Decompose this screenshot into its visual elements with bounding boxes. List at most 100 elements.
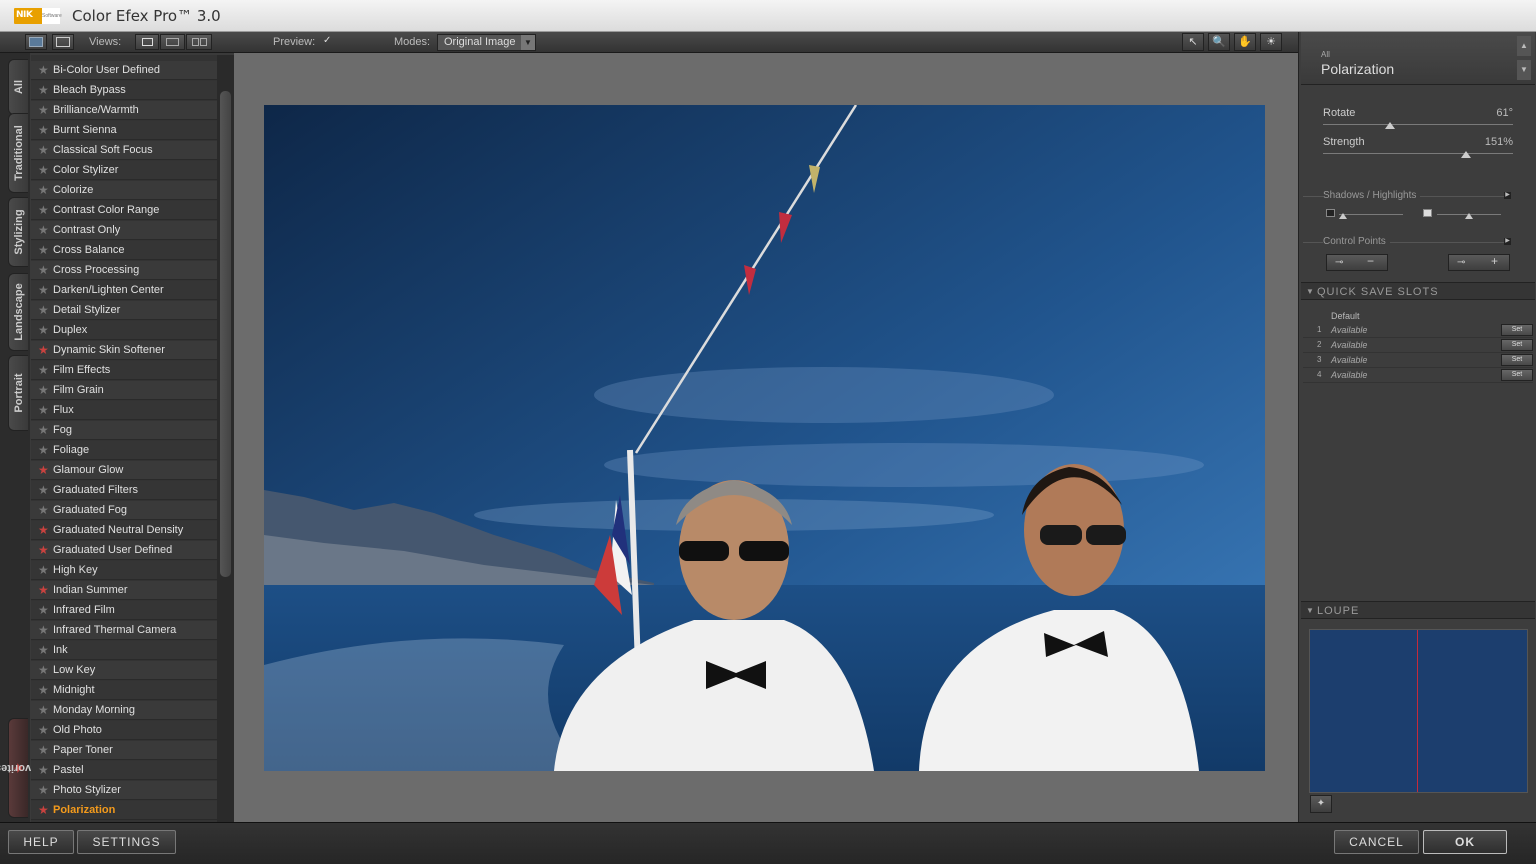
loupe-header[interactable]: ▼ LOUPE [1301, 601, 1535, 619]
remove-control-point-button[interactable]: ⊸ − [1326, 254, 1388, 271]
favorite-star-icon[interactable]: ★ [38, 83, 49, 97]
expand-section-icon[interactable]: ▶ [1504, 192, 1511, 199]
split-view-button[interactable] [160, 34, 185, 50]
favorite-star-icon[interactable]: ★ [38, 443, 49, 457]
add-control-point-button[interactable]: ⊸ + [1448, 254, 1510, 271]
filter-item[interactable]: ★ Cross Balance [31, 241, 217, 260]
filter-item[interactable]: ★ Bi-Color User Defined [31, 61, 217, 80]
filter-item[interactable]: ★ Fog [31, 421, 217, 440]
filter-item[interactable]: ★ Low Key [31, 661, 217, 680]
favorite-star-icon[interactable]: ★ [38, 63, 49, 77]
set-slot-button[interactable]: Set [1501, 324, 1533, 336]
tab-favorites[interactable]: ★ Favorites [0, 718, 43, 818]
favorite-star-icon[interactable]: ★ [38, 283, 49, 297]
preview-checkbox[interactable]: ✓ [323, 35, 334, 47]
favorite-star-icon[interactable]: ★ [38, 423, 49, 437]
favorite-star-icon[interactable]: ★ [38, 783, 49, 797]
tab-traditional[interactable]: Traditional [8, 113, 28, 193]
preview-photo[interactable] [264, 105, 1265, 771]
filter-item[interactable]: ★ Ink [31, 641, 217, 660]
filter-item[interactable]: ★ Graduated Fog [31, 501, 217, 520]
filter-item[interactable]: ★ Bleach Bypass [31, 81, 217, 100]
strength-slider-handle[interactable] [1460, 151, 1471, 158]
filter-item[interactable]: ★ Pastel [31, 761, 217, 780]
favorite-star-icon[interactable]: ★ [38, 123, 49, 137]
pointer-tool-icon[interactable]: ↖ [1182, 33, 1204, 51]
favorite-star-icon[interactable]: ★ [38, 583, 49, 597]
filter-item[interactable]: ★ High Key [31, 561, 217, 580]
shadows-slider[interactable] [1339, 214, 1403, 215]
strength-slider[interactable] [1323, 153, 1513, 154]
modes-select[interactable]: Original Image ▼ [437, 34, 536, 51]
zoom-tool-icon[interactable]: 🔍 [1208, 33, 1230, 51]
filter-item[interactable]: ★ Colorize [31, 181, 217, 200]
side-by-side-view-button[interactable] [186, 34, 212, 50]
collapse-arrow-icon[interactable]: ▲ [1517, 36, 1531, 56]
quick-save-slots-header[interactable]: ▼ QUICK SAVE SLOTS [1301, 282, 1535, 300]
favorite-star-icon[interactable]: ★ [38, 163, 49, 177]
favorite-star-icon[interactable]: ★ [38, 103, 49, 117]
favorite-star-icon[interactable]: ★ [38, 683, 49, 697]
rotate-slider-handle[interactable] [1384, 122, 1395, 129]
light-tool-icon[interactable]: ☀ [1260, 33, 1282, 51]
filter-item[interactable]: ★ Classical Soft Focus [31, 141, 217, 160]
filter-item[interactable]: ★ Paper Toner [31, 741, 217, 760]
favorite-star-icon[interactable]: ★ [38, 303, 49, 317]
filter-item[interactable]: ★ Darken/Lighten Center [31, 281, 217, 300]
single-view-button[interactable] [135, 34, 159, 50]
favorite-star-icon[interactable]: ★ [38, 603, 49, 617]
filter-item[interactable]: ★ Graduated User Defined [31, 541, 217, 560]
favorite-star-icon[interactable]: ★ [38, 223, 49, 237]
favorite-star-icon[interactable]: ★ [38, 463, 49, 477]
tab-all[interactable]: All [8, 59, 28, 115]
filter-item[interactable]: ★ Graduated Neutral Density [31, 521, 217, 540]
favorite-star-icon[interactable]: ★ [38, 803, 49, 817]
favorite-star-icon[interactable]: ★ [38, 323, 49, 337]
favorite-star-icon[interactable]: ★ [38, 343, 49, 357]
thumbnail-view-icon[interactable] [25, 34, 47, 50]
set-slot-button[interactable]: Set [1501, 339, 1533, 351]
filter-item[interactable]: ★ Foliage [31, 441, 217, 460]
filter-item[interactable]: ★ Brilliance/Warmth [31, 101, 217, 120]
favorite-star-icon[interactable]: ★ [38, 763, 49, 777]
rotate-slider[interactable] [1323, 124, 1513, 125]
highlights-slider-handle[interactable] [1465, 213, 1473, 219]
favorite-star-icon[interactable]: ★ [38, 563, 49, 577]
pin-icon[interactable]: ✦ [1310, 795, 1332, 813]
filter-item[interactable]: ★ Color Stylizer [31, 161, 217, 180]
filter-item[interactable]: ★ Polarization [31, 801, 217, 820]
favorite-star-icon[interactable]: ★ [38, 363, 49, 377]
shadows-slider-handle[interactable] [1339, 213, 1347, 219]
set-slot-button[interactable]: Set [1501, 354, 1533, 366]
favorite-star-icon[interactable]: ★ [38, 483, 49, 497]
favorite-star-icon[interactable]: ★ [38, 623, 49, 637]
help-button[interactable]: HELP [8, 830, 74, 854]
filter-item[interactable]: ★ Contrast Only [31, 221, 217, 240]
filter-item[interactable]: ★ Burnt Sienna [31, 121, 217, 140]
favorite-star-icon[interactable]: ★ [38, 703, 49, 717]
settings-button[interactable]: SETTINGS [77, 830, 176, 854]
filter-item[interactable]: ★ Old Photo [31, 721, 217, 740]
loupe-view[interactable] [1309, 629, 1528, 793]
favorite-star-icon[interactable]: ★ [38, 523, 49, 537]
filter-item[interactable]: ★ Indian Summer [31, 581, 217, 600]
favorite-star-icon[interactable]: ★ [38, 743, 49, 757]
expand-arrow-icon[interactable]: ▼ [1517, 60, 1531, 80]
filter-list-scrollbar[interactable] [217, 55, 234, 822]
filter-item[interactable]: ★ Infrared Thermal Camera [31, 621, 217, 640]
filter-item[interactable]: ★ Monday Morning [31, 701, 217, 720]
favorite-star-icon[interactable]: ★ [38, 143, 49, 157]
filter-item[interactable]: ★ Photo Stylizer [31, 781, 217, 800]
scrollbar-thumb[interactable] [220, 91, 231, 577]
expand-section-icon[interactable]: ▶ [1504, 238, 1511, 245]
filter-item[interactable]: ★ Film Effects [31, 361, 217, 380]
ok-button[interactable]: OK [1423, 830, 1507, 854]
filter-item[interactable]: ★ Infrared Film [31, 601, 217, 620]
hand-tool-icon[interactable]: ✋ [1234, 33, 1256, 51]
filter-item[interactable]: ★ Cross Processing [31, 261, 217, 280]
favorite-star-icon[interactable]: ★ [38, 723, 49, 737]
filter-item[interactable]: ★ Contrast Color Range [31, 201, 217, 220]
favorite-star-icon[interactable]: ★ [38, 503, 49, 517]
filter-item[interactable]: ★ Graduated Filters [31, 481, 217, 500]
filter-item[interactable]: ★ Duplex [31, 321, 217, 340]
